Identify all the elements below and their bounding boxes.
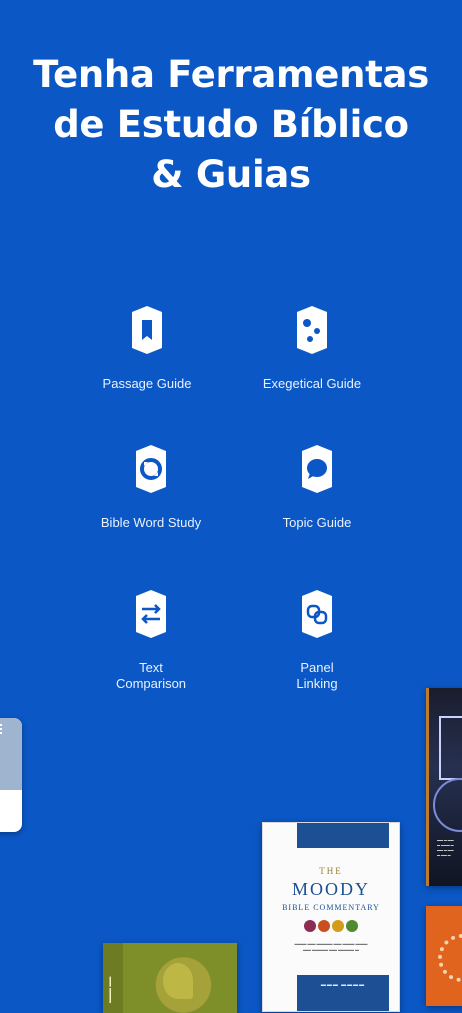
book-cover-moody: THE MOODY BIBLE COMMENTARY ▬▬▬ ▬▬ ▬▬▬▬ ▬… [262,822,400,1012]
tool-text-comparison[interactable]: Text Comparison [61,590,241,692]
circle-arrows-icon [132,445,170,493]
dots-icon [293,306,331,354]
tool-label: Exegetical Guide [262,376,362,391]
book-cover-orange [426,906,462,1006]
page-title: Tenha Ferramentas de Estudo Bíblico & Gu… [0,50,462,200]
tool-label: Text Comparison [115,660,187,691]
tool-label: Topic Guide [282,515,352,530]
book-title: MOODY [291,879,370,899]
tool-bible-word-study[interactable]: Bible Word Study [61,445,241,531]
tool-label: Passage Guide [102,376,192,391]
partial-card [0,718,22,832]
title-line-2: de Estudo Bíblico [53,103,409,146]
bookmark-icon [128,306,166,354]
speech-bubble-icon [298,445,336,493]
tool-topic-guide[interactable]: Topic Guide [227,445,407,531]
book-the: THE [319,866,343,876]
tool-panel-linking[interactable]: Panel Linking [227,590,407,692]
tool-label: Bible Word Study [100,515,202,530]
swap-arrows-icon [132,590,170,638]
tool-exegetical-guide[interactable]: Exegetical Guide [222,306,402,392]
book-cover-dark: ▬▬ ▬ ▬▬ ▬ ▬▬▬ ▬ ▬▬ ▬ ▬▬ ▬ ▬▬ ▬ [426,688,462,886]
title-line-1: Tenha Ferramentas [33,53,429,96]
book-subtitle: BIBLE COMMENTARY [282,903,380,912]
tool-label: Panel Linking [296,660,338,691]
link-icon [298,590,336,638]
tool-passage-guide[interactable]: Passage Guide [57,306,237,392]
title-line-3: & Guias [151,153,311,196]
book-cover-green: ▬▬▬ ▬▬ [103,943,237,1013]
book-emblems [301,919,361,933]
